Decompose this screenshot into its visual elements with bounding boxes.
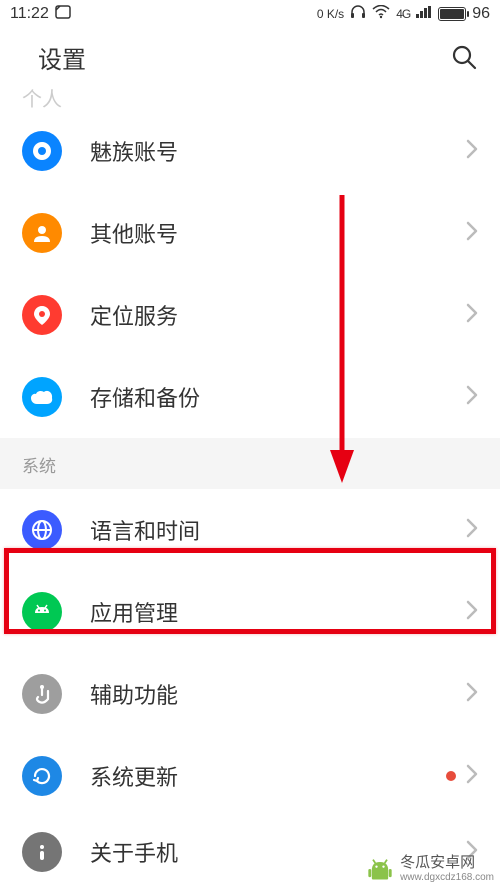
item-location[interactable]: 定位服务 (0, 274, 500, 356)
item-label: 存储和备份 (90, 381, 466, 413)
status-right: 0 K/s 4G 96 (317, 4, 490, 25)
update-badge (446, 771, 456, 781)
item-label: 辅助功能 (90, 678, 466, 710)
item-apps[interactable]: 应用管理 (0, 571, 500, 653)
android-icon (22, 592, 62, 632)
status-time: 11:22 (10, 5, 49, 23)
android-watermark-icon (366, 855, 394, 883)
status-bar: 11:22 0 K/s 4G 96 (0, 0, 500, 28)
search-icon (450, 43, 478, 71)
item-language[interactable]: 语言和时间 (0, 489, 500, 571)
section-system: 系统 (0, 438, 500, 489)
hand-icon (22, 674, 62, 714)
header: 设置 (0, 28, 500, 86)
item-label: 定位服务 (90, 299, 466, 331)
item-label: 语言和时间 (90, 514, 466, 546)
chevron-right-icon (466, 682, 478, 707)
sim-icon (55, 5, 71, 24)
refresh-icon (22, 756, 62, 796)
info-icon (22, 832, 62, 872)
globe-icon (22, 510, 62, 550)
item-storage[interactable]: 存储和备份 (0, 356, 500, 438)
watermark-sub: www.dgxcdz168.com (400, 872, 494, 883)
chevron-right-icon (466, 764, 478, 789)
headphone-icon (350, 4, 366, 25)
chevron-right-icon (466, 221, 478, 246)
settings-list[interactable]: 个人 魅族账号 其他账号 定位服务 存储和备份 系统 (0, 86, 500, 887)
chevron-right-icon (466, 303, 478, 328)
meizu-icon (22, 131, 62, 171)
battery-pct: 96 (472, 5, 490, 23)
cloud-icon (22, 377, 62, 417)
person-icon (22, 213, 62, 253)
chevron-right-icon (466, 385, 478, 410)
wifi-icon (372, 5, 390, 24)
watermark: 冬瓜安卓网 www.dgxcdz168.com (366, 855, 494, 883)
network-type: 4G (396, 7, 410, 21)
location-icon (22, 295, 62, 335)
item-accessibility[interactable]: 辅助功能 (0, 653, 500, 735)
search-button[interactable] (450, 43, 478, 71)
signal-icon (416, 5, 432, 23)
item-label: 其他账号 (90, 217, 466, 249)
page-title: 设置 (38, 40, 86, 75)
watermark-main: 冬瓜安卓网 (400, 855, 494, 872)
item-label: 魅族账号 (90, 135, 466, 167)
chevron-right-icon (466, 600, 478, 625)
item-meizu-account[interactable]: 魅族账号 (0, 110, 500, 192)
battery-icon (438, 7, 466, 21)
status-left: 11:22 (10, 5, 71, 24)
item-label: 系统更新 (90, 760, 446, 792)
item-label: 应用管理 (90, 596, 466, 628)
chevron-right-icon (466, 518, 478, 543)
net-speed: 0 K/s (317, 7, 344, 21)
chevron-right-icon (466, 139, 478, 164)
section-personal: 个人 (0, 86, 500, 110)
item-update[interactable]: 系统更新 (0, 735, 500, 817)
item-other-account[interactable]: 其他账号 (0, 192, 500, 274)
watermark-text: 冬瓜安卓网 www.dgxcdz168.com (400, 855, 494, 883)
